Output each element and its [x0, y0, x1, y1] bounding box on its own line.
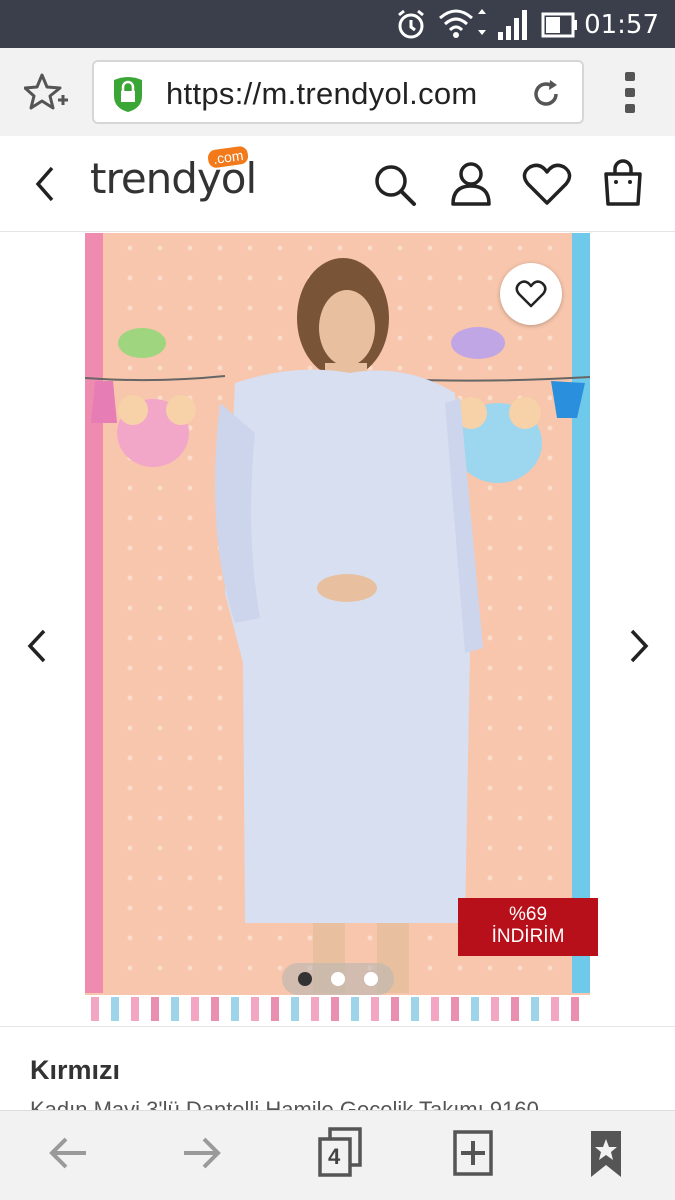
reload-icon[interactable] [530, 78, 562, 110]
carousel-prev-icon[interactable] [24, 627, 50, 665]
bookmark-add-icon[interactable] [24, 72, 68, 112]
tabs-button[interactable]: 4 [316, 1127, 364, 1179]
back-icon[interactable] [30, 164, 60, 204]
signal-icon [498, 10, 527, 40]
url-field[interactable]: https://m.trendyol.com [92, 60, 584, 124]
battery-icon [541, 12, 577, 38]
overflow-menu-icon[interactable] [620, 70, 640, 116]
carousel-next-icon[interactable] [626, 627, 652, 665]
status-time: 01:57 [584, 10, 659, 40]
carousel-dot[interactable] [331, 972, 345, 986]
user-icon[interactable] [448, 160, 494, 206]
wifi-icon [439, 9, 486, 38]
new-tab-icon[interactable] [452, 1129, 494, 1177]
status-bar: 01:57 [0, 0, 675, 48]
carousel-dot-active[interactable] [298, 972, 312, 986]
alarm-icon [398, 9, 424, 39]
discount-label: İNDİRİM [491, 926, 565, 947]
heart-outline-icon [515, 280, 547, 308]
site-header: trendyol .com [0, 136, 675, 232]
product-info: Kırmızı Kadın Mavi 3'lü Dantelli Hamile … [0, 1026, 675, 1122]
search-icon[interactable] [372, 162, 418, 208]
bookmarks-icon[interactable] [588, 1129, 624, 1179]
url-text: https://m.trendyol.com [166, 76, 478, 111]
discount-badge: %69 İNDİRİM [458, 898, 598, 956]
product-brand[interactable]: Kırmızı [30, 1055, 120, 1086]
heart-icon[interactable] [522, 162, 572, 206]
browser-toolbar: https://m.trendyol.com [0, 48, 675, 136]
tab-count: 4 [328, 1144, 341, 1169]
lock-icon [114, 77, 142, 112]
shopping-bag-icon[interactable] [602, 158, 644, 208]
browser-bottom-bar: 4 [0, 1110, 675, 1200]
product-image-carousel[interactable]: %69 İNDİRİM [0, 233, 675, 1025]
carousel-indicator [282, 963, 394, 995]
back-arrow-icon[interactable] [46, 1131, 90, 1175]
forward-arrow-icon[interactable] [180, 1131, 224, 1175]
carousel-dot[interactable] [364, 972, 378, 986]
favorite-button[interactable] [500, 263, 562, 325]
discount-percent: %69 [508, 904, 548, 925]
